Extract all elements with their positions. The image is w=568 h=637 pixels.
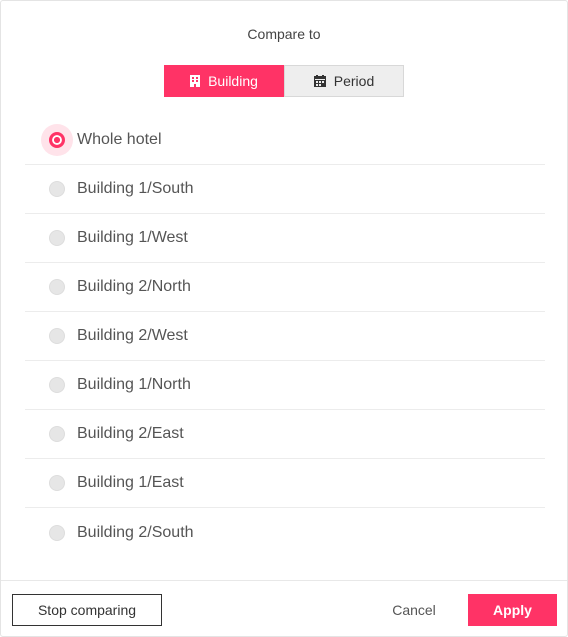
- radio-button[interactable]: [49, 524, 65, 541]
- dialog-footer: Stop comparing Cancel Apply: [1, 580, 567, 637]
- option-building-1-east[interactable]: Building 1/East: [25, 459, 545, 508]
- apply-button[interactable]: Apply: [468, 594, 557, 626]
- compare-dialog: Compare to Building Period Whole hotel B…: [0, 0, 568, 637]
- radio-button[interactable]: [49, 279, 65, 295]
- calendar-icon: [313, 75, 326, 87]
- radio-button[interactable]: [49, 328, 65, 344]
- building-icon: [190, 75, 201, 87]
- option-label: Building 1/South: [77, 180, 194, 197]
- stop-comparing-button[interactable]: Stop comparing: [12, 594, 162, 626]
- option-label: Building 1/East: [77, 474, 184, 491]
- radio-button[interactable]: [49, 426, 65, 442]
- option-building-1-west[interactable]: Building 1/West: [25, 214, 545, 263]
- option-building-2-north[interactable]: Building 2/North: [25, 263, 545, 312]
- radio-button[interactable]: [49, 181, 65, 197]
- tab-building-label: Building: [208, 73, 258, 89]
- option-building-2-south[interactable]: Building 2/South: [25, 508, 545, 557]
- radio-button[interactable]: [49, 132, 65, 148]
- option-whole-hotel[interactable]: Whole hotel: [25, 116, 545, 165]
- dialog-title: Compare to: [247, 26, 321, 42]
- option-label: Building 1/North: [77, 376, 191, 393]
- radio-button[interactable]: [49, 377, 65, 393]
- option-building-2-east[interactable]: Building 2/East: [25, 410, 545, 459]
- radio-button[interactable]: [49, 475, 65, 491]
- option-label: Building 2/East: [77, 425, 184, 442]
- tab-period[interactable]: Period: [284, 65, 404, 97]
- option-label: Building 2/South: [77, 523, 194, 541]
- option-building-2-west[interactable]: Building 2/West: [25, 312, 545, 361]
- compare-mode-toggle: Building Period: [164, 65, 404, 97]
- option-building-1-north[interactable]: Building 1/North: [25, 361, 545, 410]
- tab-building[interactable]: Building: [164, 65, 284, 97]
- option-building-1-south[interactable]: Building 1/South: [25, 165, 545, 214]
- cancel-button[interactable]: Cancel: [381, 594, 447, 626]
- radio-button[interactable]: [49, 230, 65, 246]
- option-label: Building 2/North: [77, 278, 191, 295]
- option-label: Building 2/West: [77, 327, 188, 344]
- building-options-list: Whole hotel Building 1/South Building 1/…: [25, 116, 545, 557]
- option-label: Building 1/West: [77, 229, 188, 246]
- tab-period-label: Period: [333, 73, 375, 89]
- option-label: Whole hotel: [77, 131, 162, 148]
